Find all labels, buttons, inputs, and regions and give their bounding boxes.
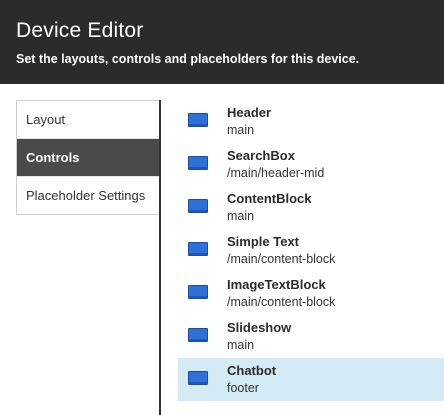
control-item-slideshow[interactable]: Slideshow main	[178, 315, 444, 358]
tab-placeholder-settings[interactable]: Placeholder Settings	[17, 177, 160, 214]
control-placeholder-path: /main/content-block	[227, 295, 336, 309]
control-item-contentblock[interactable]: ContentBlock main	[178, 186, 444, 229]
panel-divider	[159, 100, 161, 415]
control-icon	[188, 242, 208, 256]
control-placeholder-path: main	[227, 123, 255, 137]
control-icon	[188, 199, 208, 213]
control-icon	[188, 285, 208, 299]
control-name: Simple Text	[227, 234, 300, 249]
control-placeholder-path: /main/header-mid	[227, 166, 325, 180]
control-name: ImageTextBlock	[227, 277, 326, 292]
control-item-chatbot[interactable]: Chatbot footer	[178, 358, 444, 401]
control-name: Header	[227, 105, 272, 120]
control-item-searchbox[interactable]: SearchBox /main/header-mid	[178, 143, 444, 186]
page-title: Device Editor	[16, 19, 144, 42]
control-placeholder-path: main	[227, 209, 255, 223]
page-header: Device Editor Set the layouts, controls …	[0, 0, 444, 84]
control-icon	[188, 328, 208, 342]
page-subtitle: Set the layouts, controls and placeholde…	[16, 52, 360, 66]
control-name: SearchBox	[227, 148, 295, 163]
tab-controls[interactable]: Controls	[17, 139, 160, 177]
control-placeholder-path: main	[227, 338, 255, 352]
control-name: Chatbot	[227, 363, 277, 378]
control-item-imagetextblock[interactable]: ImageTextBlock /main/content-block	[178, 272, 444, 315]
controls-list: Header main SearchBox /main/header-mid C…	[178, 100, 444, 401]
tab-label: Placeholder Settings	[26, 188, 146, 203]
control-icon	[188, 113, 208, 127]
tab-layout[interactable]: Layout	[17, 101, 160, 139]
control-item-header[interactable]: Header main	[178, 100, 444, 143]
tab-label: Layout	[26, 112, 66, 127]
control-item-simple-text[interactable]: Simple Text /main/content-block	[178, 229, 444, 272]
control-placeholder-path: footer	[227, 381, 259, 395]
control-name: ContentBlock	[227, 191, 312, 206]
control-icon	[188, 156, 208, 170]
editor-tabs: Layout Controls Placeholder Settings	[16, 100, 160, 215]
control-icon	[188, 371, 208, 385]
tab-label: Controls	[26, 150, 80, 165]
control-name: Slideshow	[227, 320, 292, 335]
control-placeholder-path: /main/content-block	[227, 252, 336, 266]
